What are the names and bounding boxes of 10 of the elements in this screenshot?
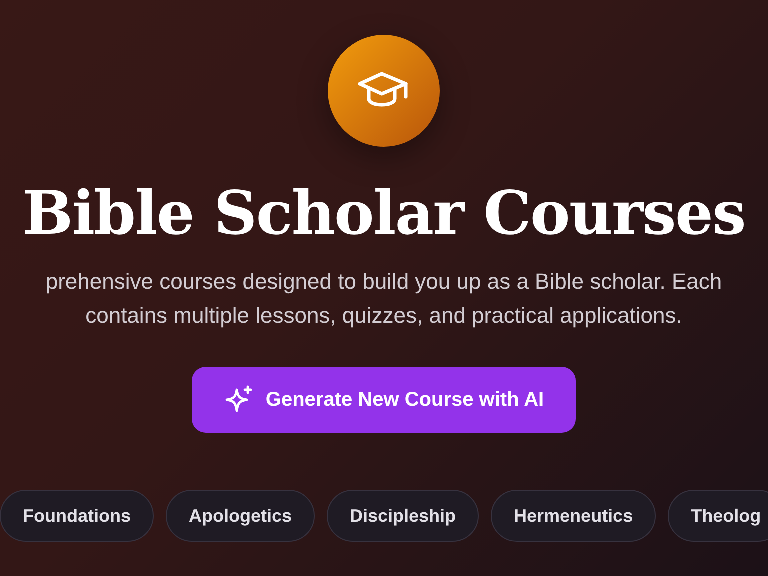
category-pill[interactable]: Foundations	[0, 490, 154, 542]
subtitle-text: contains multiple lessons, quizzes, and practical applications.	[86, 302, 682, 330]
category-pill[interactable]: Theolog	[668, 490, 768, 542]
category-pill[interactable]: Hermeneutics	[491, 490, 656, 542]
generate-course-button[interactable]: Generate New Course with AI	[192, 367, 576, 433]
subtitle-text: prehensive courses designed to build you up as a Bible scholar. Each	[46, 268, 722, 296]
category-pill[interactable]: Apologetics	[166, 490, 315, 542]
page-title: Bible Scholar Courses	[22, 181, 746, 247]
category-pill[interactable]: Discipleship	[327, 490, 480, 542]
sparkle-icon	[224, 385, 254, 415]
